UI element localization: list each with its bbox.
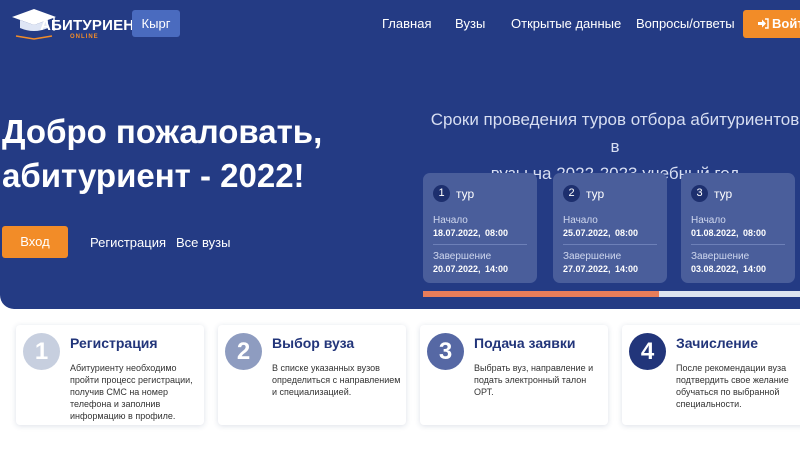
logo-subtitle: ONLINE — [70, 34, 99, 40]
hero-section: АБИТУРИЕНТ ONLINE Кырг Главная Вузы Откр… — [0, 0, 800, 309]
registration-link[interactable]: Регистрация — [90, 235, 166, 250]
step-title: Выбор вуза — [272, 335, 355, 351]
nav-home-link[interactable]: Главная — [382, 16, 431, 31]
step-card-registration: 1 Регистрация Абитуриенту необходимо про… — [16, 325, 204, 425]
step-card-application: 3 Подача заявки Выбрать вуз, направление… — [420, 325, 608, 425]
step-description: Выбрать вуз, направление и подать электр… — [474, 363, 594, 397]
login-button-label: Войти — [772, 16, 800, 31]
step-description: После рекомендации вуза подтвердить свое… — [676, 363, 789, 409]
round-divider — [691, 244, 785, 245]
step-number-badge: 3 — [427, 333, 464, 370]
schedule-progress-bar — [423, 291, 800, 297]
logo-title: АБИТУРИЕНТ — [40, 17, 144, 34]
round-header: 2 тур — [563, 185, 657, 205]
round-card-2: 2 тур Начало 25.07.2022, 08:00 Завершение… — [553, 173, 667, 283]
round-start-label: Начало — [433, 215, 468, 226]
login-button[interactable]: Войти — [743, 10, 800, 38]
round-header: 3 тур — [691, 185, 785, 205]
round-end-label: Завершение — [691, 251, 750, 262]
step-title: Зачисление — [676, 335, 759, 351]
hero-title-line-2: абитуриент - 2022! — [2, 157, 305, 194]
schedule-progress-fill — [423, 291, 659, 297]
round-end-date: 03.08.2022, 14:00 — [691, 264, 767, 274]
round-number-badge: 3 — [691, 185, 708, 203]
round-card-1: 1 тур Начало 18.07.2022, 08:00 Завершение… — [423, 173, 537, 283]
round-start-date: 18.07.2022, 08:00 — [433, 228, 509, 238]
round-start-label: Начало — [691, 215, 726, 226]
all-universities-link[interactable]: Все вузы — [176, 235, 230, 250]
step-title: Подача заявки — [474, 335, 576, 351]
round-header: 1 тур — [433, 185, 527, 205]
round-end-label: Завершение — [433, 251, 492, 262]
round-label: тур — [456, 186, 475, 201]
nav-universities-link[interactable]: Вузы — [455, 16, 485, 31]
step-title: Регистрация — [70, 335, 158, 351]
round-start-label: Начало — [563, 215, 598, 226]
round-end-date: 27.07.2022, 14:00 — [563, 264, 639, 274]
step-number-badge: 4 — [629, 333, 666, 370]
step-card-enrollment: 4 Зачисление После рекомендации вуза под… — [622, 325, 800, 425]
round-start-date: 25.07.2022, 08:00 — [563, 228, 639, 238]
round-label: тур — [714, 186, 733, 201]
round-number-badge: 1 — [433, 185, 450, 203]
entry-button[interactable]: Вход — [2, 226, 68, 258]
site-logo[interactable]: АБИТУРИЕНТ ONLINE — [10, 6, 143, 42]
hero-title-line-1: Добро пожаловать, — [2, 113, 323, 150]
step-card-choose-university: 2 Выбор вуза В списке указанных вузов оп… — [218, 325, 406, 425]
step-number-badge: 1 — [23, 333, 60, 370]
nav-open-data-link[interactable]: Открытые данные — [511, 16, 621, 31]
hero-title: Добро пожаловать, абитуриент - 2022! — [2, 110, 322, 198]
round-end-label: Завершение — [563, 251, 622, 262]
round-divider — [563, 244, 657, 245]
step-number-badge: 2 — [225, 333, 262, 370]
round-start-date: 01.08.2022, 08:00 — [691, 228, 767, 238]
schedule-title-line-1: Сроки проведения туров отбора абитуриент… — [430, 110, 800, 156]
sign-in-icon — [758, 18, 769, 29]
round-number-badge: 2 — [563, 185, 580, 203]
round-card-3: 3 тур Начало 01.08.2022, 08:00 Завершение… — [681, 173, 795, 283]
round-divider — [433, 244, 527, 245]
step-description: В списке указанных вузов определиться с … — [272, 363, 401, 397]
nav-faq-link[interactable]: Вопросы/ответы — [636, 16, 735, 31]
step-description: Абитуриенту необходимо пройти процесс ре… — [70, 363, 193, 421]
language-button[interactable]: Кырг — [132, 10, 180, 37]
round-end-date: 20.07.2022, 14:00 — [433, 264, 509, 274]
round-label: тур — [586, 186, 605, 201]
